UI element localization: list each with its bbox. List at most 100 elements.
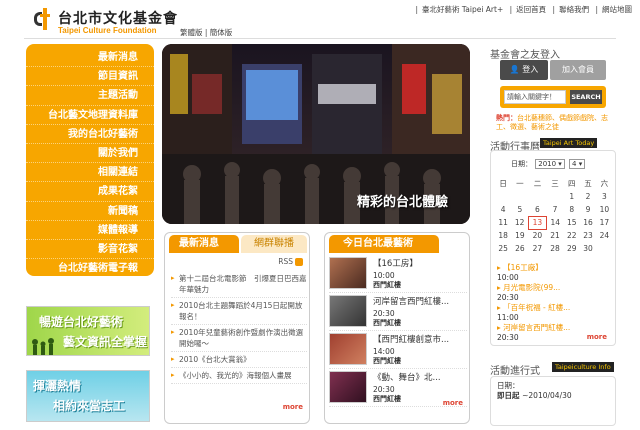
calendar-badge: Taipei Art Today	[540, 138, 598, 148]
today-title: 今日台北最藝術	[329, 235, 439, 253]
nav-item-programs[interactable]: 節目資訊	[26, 67, 154, 87]
calendar-day[interactable]: 13	[527, 215, 547, 230]
calendar-empty	[495, 190, 511, 203]
calendar-day[interactable]: 22	[564, 229, 580, 242]
lang-traditional[interactable]: 繁體版	[180, 28, 203, 37]
calendar-day[interactable]: 23	[580, 229, 596, 242]
calendar-day[interactable]: 21	[546, 229, 563, 242]
weekday-header: 三	[551, 179, 559, 188]
today-more-link[interactable]: more	[443, 399, 463, 407]
event-thumbnail	[329, 257, 367, 289]
calendar-day[interactable]: 11	[495, 216, 511, 229]
activity-panel: 日期： 即日起 ~2010/04/30	[490, 376, 616, 426]
hero-photo[interactable]: 精彩的台北體驗	[162, 44, 470, 224]
calendar-day[interactable]: 2	[580, 190, 596, 203]
calendar-event-title[interactable]: ▸ 月光電影院(99...	[497, 283, 613, 293]
logo-en: Taipei Culture Foundation	[58, 26, 157, 35]
hero-caption: 精彩的台北體驗	[356, 195, 448, 210]
nav-item-video[interactable]: 影音花絮	[26, 240, 154, 260]
calendar-day[interactable]: 30	[580, 242, 596, 255]
nav-item-newsletter[interactable]: 台北好藝術電子報	[26, 259, 154, 278]
calendar-day[interactable]: 6	[528, 203, 546, 216]
nav-item-links[interactable]: 相關連結	[26, 163, 154, 183]
language-switch: 繁體版 | 簡体版	[180, 28, 233, 37]
event-item[interactable]: 河岸留言西門紅樓... 20:30 西門紅樓	[329, 293, 467, 331]
user-icon: 👤	[509, 65, 523, 74]
calendar-day[interactable]: 14	[546, 216, 563, 229]
news-more-link[interactable]: more	[283, 403, 303, 411]
event-place: 西門紅樓	[373, 395, 401, 403]
nav-item-database[interactable]: 台北藝文地理資料庫	[26, 106, 154, 125]
event-time: 14:00	[373, 347, 395, 356]
banner-volunteer[interactable]: 揮灑熱情 相約來當志工	[26, 370, 150, 422]
top-link-sitemap[interactable]: 網站地圖	[602, 5, 632, 14]
event-title: 【西門紅樓創意市...	[373, 335, 450, 345]
calendar-day[interactable]: 19	[511, 229, 528, 242]
search-button[interactable]: SEARCH	[570, 90, 602, 104]
list-item[interactable]: 《小小的、我光的》海報個人畫展	[171, 368, 307, 384]
top-link-art[interactable]: 臺北好藝術 Taipei Art+	[422, 5, 503, 14]
calendar-day[interactable]: 28	[546, 242, 563, 255]
calendar-day[interactable]: 25	[495, 242, 511, 255]
calendar-event-title[interactable]: ▸ 【16工廠】	[497, 263, 613, 273]
banner2-line1: 揮灑熱情	[33, 379, 82, 393]
join-button[interactable]: 加入會員	[550, 60, 606, 80]
calendar-day[interactable]: 27	[528, 242, 546, 255]
calendar-day[interactable]: 17	[596, 216, 612, 229]
calendar-day[interactable]: 8	[564, 203, 580, 216]
nav-item-news[interactable]: 最新消息	[26, 48, 154, 68]
calendar-day[interactable]: 4	[495, 203, 511, 216]
member-title: 基金會之友登入	[490, 50, 560, 61]
list-item[interactable]: 2010年兒童藝術創作暨劇作演出徵選開始囉～	[171, 325, 307, 352]
top-link-contact[interactable]: 聯絡我們	[559, 5, 589, 14]
list-item[interactable]: 2010《台北大賞翁》	[171, 352, 307, 368]
calendar-day[interactable]: 16	[580, 216, 596, 229]
calendar-day[interactable]: 3	[596, 190, 612, 203]
calendar-day[interactable]: 10	[596, 203, 612, 216]
rss-link[interactable]: RSS	[278, 257, 303, 266]
login-button[interactable]: 👤 登入	[500, 60, 548, 80]
event-time: 10:00	[373, 271, 395, 280]
event-place: 西門紅樓	[373, 319, 401, 327]
event-time: 20:30	[373, 385, 395, 394]
calendar-day[interactable]: 7	[546, 203, 563, 216]
nav-item-press[interactable]: 新聞稿	[26, 202, 154, 221]
calendar-day[interactable]: 29	[564, 242, 580, 255]
nav-item-media[interactable]: 媒體報導	[26, 221, 154, 240]
calendar-day[interactable]: 20	[528, 229, 546, 242]
calendar-more-link[interactable]: more	[587, 333, 607, 341]
banner-art-info[interactable]: 暢遊台北好藝術 藝文資訊全掌握	[26, 306, 150, 356]
calendar-day[interactable]: 24	[596, 229, 612, 242]
calendar-event-title[interactable]: ▸ 「百年祝福 - 紅樓...	[497, 303, 613, 313]
event-item[interactable]: 【西門紅樓創意市... 14:00 西門紅樓	[329, 331, 467, 369]
calendar-day[interactable]: 15	[564, 216, 580, 229]
calendar-day[interactable]: 1	[564, 190, 580, 203]
news-list: 第十二屆台北電影節 引爆夏日巴西嘉年華魅力 2010台北主題舞蹈於4月15日起開…	[171, 271, 307, 384]
search-input[interactable]	[504, 90, 566, 104]
nav-item-highlights[interactable]: 成果花絮	[26, 182, 154, 202]
calendar-day[interactable]: 26	[511, 242, 528, 255]
calendar-event-title[interactable]: ▸ 河岸留言西門紅樓...	[497, 323, 613, 333]
top-link-home[interactable]: 返回首頁	[516, 5, 546, 14]
lang-simplified[interactable]: 簡体版	[210, 28, 233, 37]
tab-network[interactable]: 網群聯播	[241, 235, 307, 253]
nav-item-themes[interactable]: 主題活動	[26, 86, 154, 106]
list-item[interactable]: 第十二屆台北電影節 引爆夏日巴西嘉年華魅力	[171, 271, 307, 298]
nav-item-my-art[interactable]: 我的台北好藝術	[26, 125, 154, 144]
event-item[interactable]: 【16工房】 10:00 西門紅樓	[329, 255, 467, 293]
month-select[interactable]: 4 ▾	[569, 159, 586, 169]
event-place: 西門紅樓	[373, 357, 401, 365]
list-item[interactable]: 2010台北主題舞蹈於4月15日起開放報名！	[171, 298, 307, 325]
calendar-day[interactable]: 5	[511, 203, 528, 216]
news-panel: 最新消息 網群聯播 RSS 第十二屆台北電影節 引爆夏日巴西嘉年華魅力 2010…	[164, 232, 310, 424]
calendar-event-time: 11:00	[497, 313, 519, 322]
calendar-day[interactable]: 9	[580, 203, 596, 216]
calendar-day[interactable]: 18	[495, 229, 511, 242]
calendar-day[interactable]: 12	[511, 216, 528, 229]
calendar-selector: 日期： 2010 ▾ 4 ▾	[511, 159, 586, 169]
calendar-grid: 日一二三四五六 1 2 3 4 5 6 7 8 9 10 11 12 13 14 15 16 17 18 19 20 2…	[495, 177, 613, 255]
site-logo[interactable]: 台北市文化基金會 Taipei Culture Foundation	[34, 8, 184, 36]
nav-item-about[interactable]: 關於我們	[26, 144, 154, 164]
tab-latest-news[interactable]: 最新消息	[169, 235, 239, 253]
year-select[interactable]: 2010 ▾	[535, 159, 565, 169]
